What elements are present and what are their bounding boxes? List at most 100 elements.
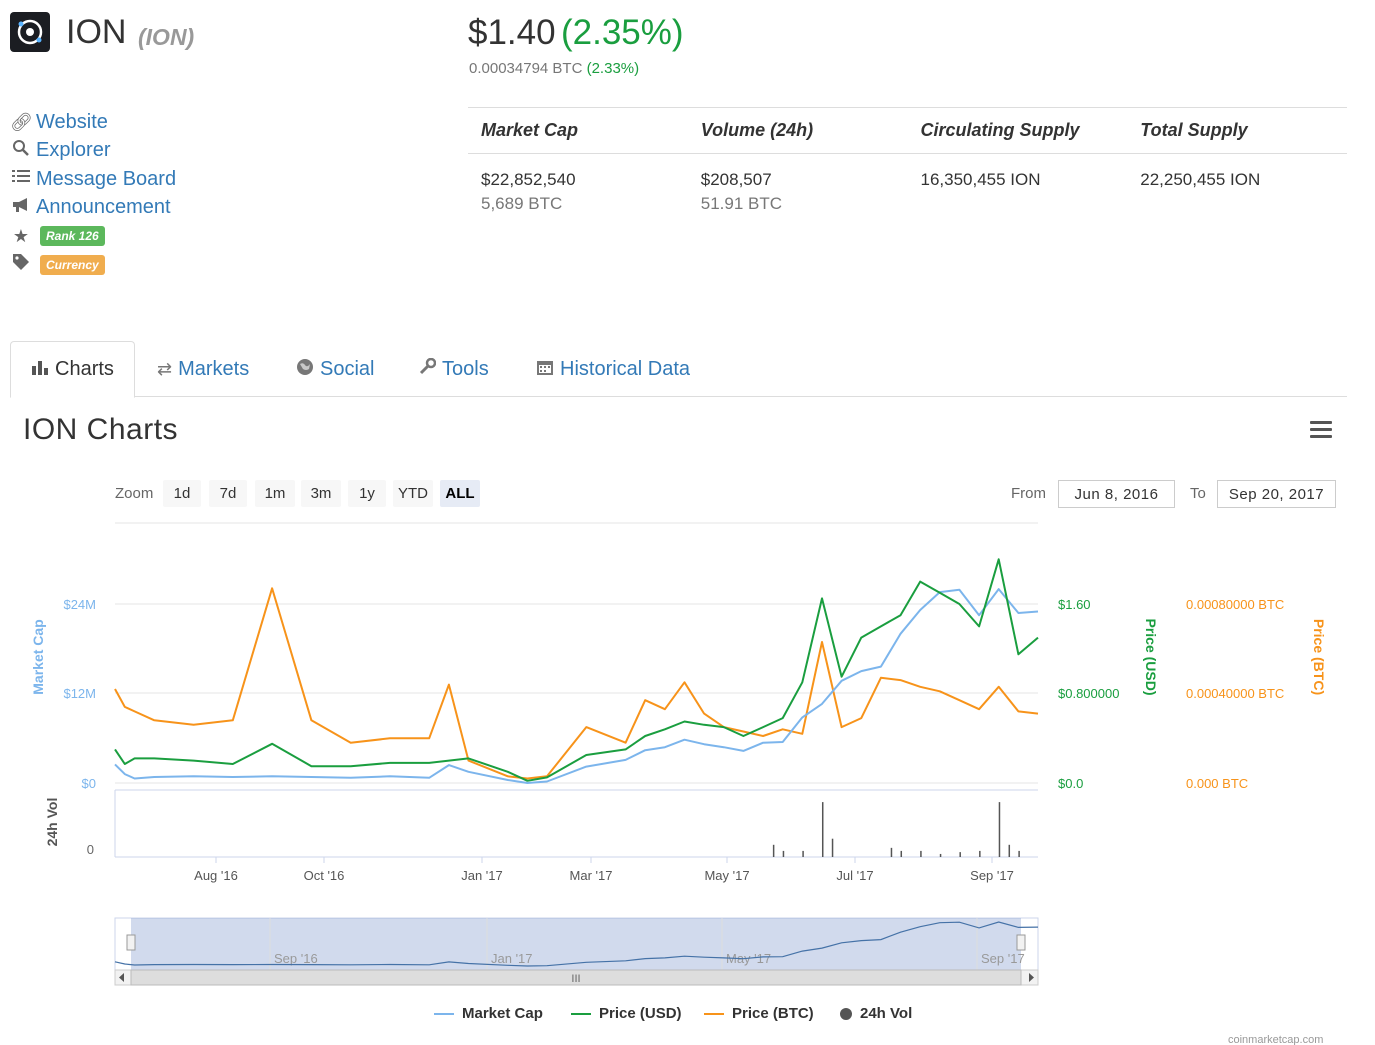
x-tick-label: Mar '17 [570, 868, 613, 883]
zoom-label: Zoom [115, 485, 154, 502]
link-explorer[interactable]: Explorer [10, 137, 176, 166]
zoom-ytd-button[interactable]: YTD [393, 480, 433, 507]
price-usd-line [114, 558, 1039, 782]
exchange-icon: ⇄ [157, 358, 173, 379]
tab-label: Tools [442, 357, 489, 380]
legend-market-cap[interactable]: Market Cap [434, 1005, 543, 1022]
link-announcement[interactable]: Announcement [10, 194, 176, 223]
stats-header-total: Total Supply [1140, 120, 1248, 140]
stats-values-row: $22,852,540 5,689 BTC $208,507 51.91 BTC… [468, 154, 1347, 217]
link-label[interactable]: Announcement [36, 196, 171, 219]
zoom-7d-button[interactable]: 7d [209, 480, 247, 507]
legend-label: 24h Vol [860, 1005, 913, 1022]
x-tick-label: Sep '17 [970, 868, 1014, 883]
tab-markets[interactable]: ⇄ Markets [137, 341, 269, 397]
link-icon: 🔗︎ [10, 111, 33, 132]
to-label: To [1190, 485, 1206, 502]
volume-bar [998, 802, 1001, 857]
link-message-board[interactable]: Message Board [10, 165, 176, 194]
tag-icon [10, 253, 32, 276]
type-row: Currency [10, 251, 176, 280]
vol-tick: 0 [87, 842, 94, 857]
volume-bar [959, 852, 961, 857]
volume-btc: 51.91 BTC [700, 194, 783, 213]
zoom-all-button[interactable]: ALL [440, 480, 480, 507]
price-btc-value: 0.00034794 BTC [469, 60, 583, 77]
market-cap-tick: $0 [82, 776, 96, 791]
link-label[interactable]: Explorer [36, 139, 110, 162]
volume-bar [802, 850, 804, 857]
volume-bar [979, 850, 981, 857]
market-cap-btc: 5,689 BTC [481, 194, 563, 213]
stats-market-cap: $22,852,540 5,689 BTC [468, 169, 688, 217]
x-tick-label: Oct '16 [304, 868, 345, 883]
link-website[interactable]: 🔗︎ Website [10, 108, 176, 137]
volume-bar [782, 850, 785, 857]
star-icon: ★ [12, 225, 30, 246]
tab-charts[interactable]: Charts [10, 341, 135, 398]
stats-circulating: 16,350,455 ION [908, 169, 1128, 217]
link-label[interactable]: Website [36, 111, 108, 134]
vol-axis-title: 24h Vol [44, 798, 60, 847]
navigator-handle[interactable] [126, 934, 136, 951]
stats-total: 22,250,455 ION [1127, 169, 1347, 217]
price-btc: 0.00034794 BTC (2.33%) [469, 60, 639, 77]
tab-label: Social [320, 357, 375, 380]
x-tick-label: Jul '17 [836, 868, 873, 883]
zoom-1m-button[interactable]: 1m [255, 480, 295, 507]
scrollbar-grip: III [571, 973, 580, 985]
type-badge: Currency [40, 254, 105, 275]
navigator-selection [131, 918, 1021, 970]
zoom-1y-button[interactable]: 1y [348, 480, 386, 507]
list-icon [10, 169, 32, 190]
price-btc-tick: 0.00080000 BTC [1186, 597, 1284, 612]
from-date-input[interactable]: Jun 8, 2016 [1058, 480, 1175, 508]
from-label: From [1011, 485, 1046, 502]
x-tick-label: Aug '16 [194, 868, 238, 883]
volume-bar [821, 802, 824, 857]
zoom-3m-button[interactable]: 3m [301, 480, 341, 507]
rank-badge: Rank 126 [40, 226, 105, 247]
legend-price-usd[interactable]: Price (USD) [571, 1005, 682, 1022]
bullhorn-icon [10, 197, 32, 218]
volume-bar [1018, 850, 1020, 857]
tab-social[interactable]: Social [276, 341, 394, 397]
stats-header-market-cap: Market Cap [481, 120, 579, 140]
legend-label: Market Cap [462, 1005, 543, 1022]
stats-header-row: Market Cap Volume (24h) Circulating Supp… [468, 108, 1347, 154]
stats-header-circulating: Circulating Supply [920, 120, 1080, 140]
price-chart[interactable]: $0 $12M $24M $0.0 $0.800000 $1.60 0.000 BTC 0.0… [0, 515, 1375, 995]
coin-logo [10, 12, 50, 52]
legend-24h-vol[interactable]: 24h Vol [840, 1005, 912, 1022]
legend-label: Price (USD) [599, 1005, 682, 1022]
price-usd-tick: $0.800000 [1058, 686, 1119, 701]
globe-icon [296, 358, 314, 381]
navigator-tick-label: Sep '16 [274, 951, 318, 966]
volume-bar [939, 853, 942, 857]
search-icon [10, 139, 32, 162]
legend-swatch [434, 1012, 454, 1015]
market-cap-tick: $12M [63, 686, 96, 701]
x-tick-label: May '17 [704, 868, 749, 883]
price-change-btc: (2.33%) [586, 60, 640, 77]
chart-menu-icon[interactable] [1310, 421, 1332, 439]
credits[interactable]: coinmarketcap.com [1228, 1034, 1323, 1045]
tab-tools[interactable]: Tools [398, 341, 509, 397]
legend-price-btc[interactable]: Price (BTC) [704, 1005, 814, 1022]
legend-swatch [840, 1007, 852, 1020]
price-usd-tick: $0.0 [1058, 776, 1083, 791]
to-date-input[interactable]: Sep 20, 2017 [1217, 480, 1336, 508]
link-label[interactable]: Message Board [36, 168, 176, 191]
zoom-1d-button[interactable]: 1d [163, 480, 201, 507]
legend-swatch [571, 1012, 591, 1015]
rank-row: ★ Rank 126 [10, 222, 176, 251]
navigator-handle[interactable] [1016, 934, 1026, 951]
coin-name: ION [66, 13, 127, 51]
volume-bar [772, 844, 775, 857]
charts-title: ION Charts [23, 413, 179, 446]
coin-symbol: (ION) [138, 24, 195, 50]
legend-label: Price (BTC) [732, 1005, 814, 1022]
price-change-usd: (2.35%) [561, 13, 684, 52]
tab-historical-data[interactable]: Historical Data [516, 341, 710, 397]
stats-header-volume: Volume (24h) [700, 120, 814, 140]
